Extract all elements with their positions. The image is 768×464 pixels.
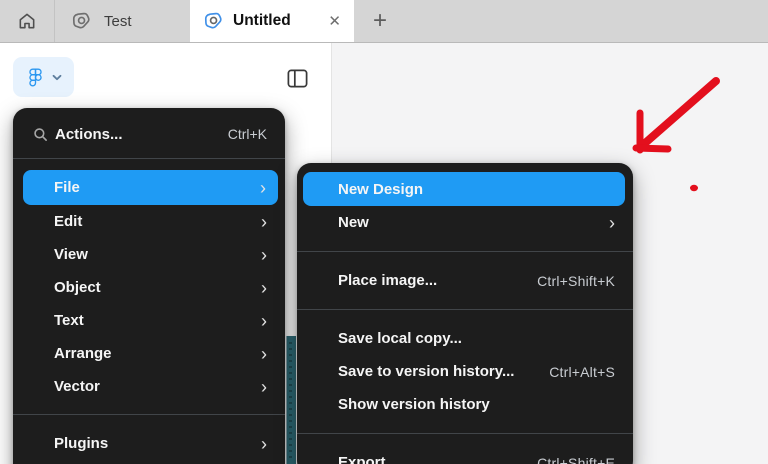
menu-item-object[interactable]: Object ›: [13, 271, 285, 304]
menu-item-vector[interactable]: Vector ›: [13, 370, 285, 403]
new-tab-button[interactable]: +: [368, 7, 392, 35]
toggle-sidebar-button[interactable]: [286, 67, 309, 90]
file-submenu: New Design New › Place image... Ctrl+Shi…: [297, 163, 633, 464]
menu-item-new[interactable]: New ›: [297, 206, 633, 239]
menu-item-edit[interactable]: Edit ›: [13, 205, 285, 238]
tab-label: Test: [104, 12, 132, 30]
chevron-down-icon: [52, 74, 62, 81]
menu-item-text[interactable]: Text ›: [13, 304, 285, 337]
close-icon[interactable]: ✕: [328, 14, 341, 29]
menu-divider: [297, 309, 633, 310]
menu-item-label: Arrange: [54, 345, 112, 362]
menu-item-label: New: [338, 214, 369, 231]
menu-divider: [297, 251, 633, 252]
menu-item-place-image[interactable]: Place image... Ctrl+Shift+K: [297, 264, 633, 297]
menu-item-save-to-version-history[interactable]: Save to version history... Ctrl+Alt+S: [297, 355, 633, 388]
menu-item-file[interactable]: File ›: [23, 170, 278, 205]
menu-item-arrange[interactable]: Arrange ›: [13, 337, 285, 370]
annotation-dot: [690, 184, 698, 192]
menu-item-label: Place image...: [338, 272, 438, 289]
menu-item-label: Export...: [338, 454, 399, 464]
home-icon: [17, 11, 37, 31]
menu-shortcut: Ctrl+Alt+S: [549, 363, 615, 380]
file-blob-icon: [70, 11, 91, 32]
menu-item-label: File: [54, 179, 80, 196]
menu-item-new-design[interactable]: New Design: [303, 172, 625, 206]
menu-shortcut: Ctrl+K: [227, 126, 267, 142]
menu-item-label: Object: [54, 279, 101, 296]
tab-test[interactable]: Test: [55, 0, 190, 42]
canvas-artifact-strip: [286, 336, 296, 464]
menu-item-plugins[interactable]: Plugins ›: [13, 427, 285, 460]
menu-shortcut: Ctrl+Shift+E: [537, 454, 615, 464]
main-menu-button[interactable]: [13, 57, 74, 97]
menu-item-label: Actions...: [55, 125, 123, 143]
menu-item-label: Save local copy...: [338, 330, 462, 347]
menu-divider: [297, 433, 633, 434]
menu-shortcut: Ctrl+Shift+K: [537, 272, 615, 289]
tab-label: Untitled: [233, 12, 291, 29]
home-tab[interactable]: [0, 0, 55, 42]
menu-item-show-version-history[interactable]: Show version history: [297, 388, 633, 421]
file-blob-icon-active: [202, 11, 223, 32]
menu-item-actions[interactable]: Actions... Ctrl+K: [13, 108, 285, 158]
menu-item-label: Edit: [54, 213, 83, 230]
menu-item-save-local-copy[interactable]: Save local copy...: [297, 322, 633, 355]
annotation-arrow: [632, 77, 720, 154]
menu-item-label: Plugins: [54, 435, 109, 452]
menu-item-export[interactable]: Export... Ctrl+Shift+E: [297, 446, 633, 464]
menu-item-label: View: [54, 246, 88, 263]
menu-item-label: Show version history: [338, 396, 490, 413]
main-menu-dropdown: Actions... Ctrl+K File › Edit › View › O…: [13, 108, 285, 464]
menu-item-view[interactable]: View ›: [13, 238, 285, 271]
search-icon: [33, 127, 48, 142]
tab-untitled[interactable]: Untitled ✕: [190, 0, 354, 42]
figma-logo-icon: [26, 68, 45, 87]
menu-item-label: New Design: [338, 180, 424, 198]
menu-item-label: Vector: [54, 378, 100, 395]
menu-item-label: Save to version history...: [338, 363, 515, 380]
menu-item-label: Text: [54, 312, 84, 329]
tab-bar: Test Untitled ✕ +: [0, 0, 768, 43]
